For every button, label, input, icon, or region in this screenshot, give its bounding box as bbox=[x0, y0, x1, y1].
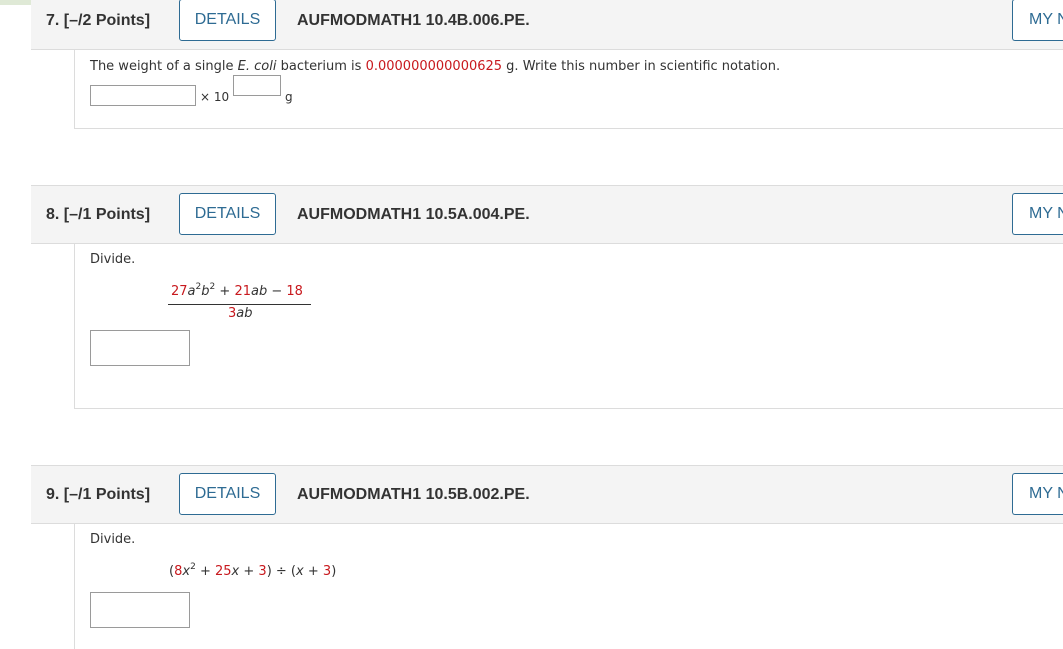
question-code: AUFMODMATH1 10.5B.002.PE. bbox=[297, 486, 530, 503]
question-prompt: Divide. bbox=[90, 252, 136, 267]
question-prompt: Divide. bbox=[90, 532, 136, 547]
times-ten-label: × 10 bbox=[200, 90, 230, 104]
answer-input[interactable] bbox=[90, 330, 190, 366]
details-button[interactable]: DETAILS bbox=[179, 0, 276, 41]
my-notes-button[interactable]: MY NOTES bbox=[1012, 0, 1063, 41]
question-7-body: The weight of a single E. coli bacterium… bbox=[74, 50, 1063, 129]
fraction-denominator: 3ab bbox=[228, 306, 253, 321]
fraction-numerator: 27a2b2 + 21ab − 18 bbox=[171, 282, 303, 299]
details-button[interactable]: DETAILS bbox=[179, 473, 276, 515]
mantissa-input[interactable] bbox=[90, 85, 196, 106]
division-expression: (8x2 + 25x + 3) ÷ (x + 3) bbox=[169, 562, 337, 579]
my-notes-button[interactable]: MY NOTES bbox=[1012, 473, 1063, 515]
question-8-body: Divide. 27a2b2 + 21ab − 18 3ab bbox=[74, 244, 1063, 409]
question-8-header: 8. [–/1 Points] DETAILS AUFMODMATH1 10.5… bbox=[31, 185, 1063, 244]
unit-label: g bbox=[285, 90, 293, 104]
answer-input[interactable] bbox=[90, 592, 190, 628]
exponent-input[interactable] bbox=[233, 75, 281, 96]
details-button[interactable]: DETAILS bbox=[179, 193, 276, 235]
question-code: AUFMODMATH1 10.5A.004.PE. bbox=[297, 206, 530, 223]
question-9-header: 9. [–/1 Points] DETAILS AUFMODMATH1 10.5… bbox=[31, 465, 1063, 524]
question-7-header: 7. [–/2 Points] DETAILS AUFMODMATH1 10.4… bbox=[31, 0, 1063, 50]
question-8-points: 8. [–/1 Points] bbox=[46, 206, 151, 223]
my-notes-button[interactable]: MY NOTES bbox=[1012, 193, 1063, 235]
question-7-points: 7. [–/2 Points] bbox=[46, 12, 151, 29]
question-prompt: The weight of a single E. coli bacterium… bbox=[90, 59, 781, 74]
question-code: AUFMODMATH1 10.4B.006.PE. bbox=[297, 12, 530, 29]
question-9-points: 9. [–/1 Points] bbox=[46, 486, 151, 503]
fraction-bar bbox=[168, 304, 311, 305]
question-9-body: Divide. (8x2 + 25x + 3) ÷ (x + 3) bbox=[74, 524, 1063, 649]
